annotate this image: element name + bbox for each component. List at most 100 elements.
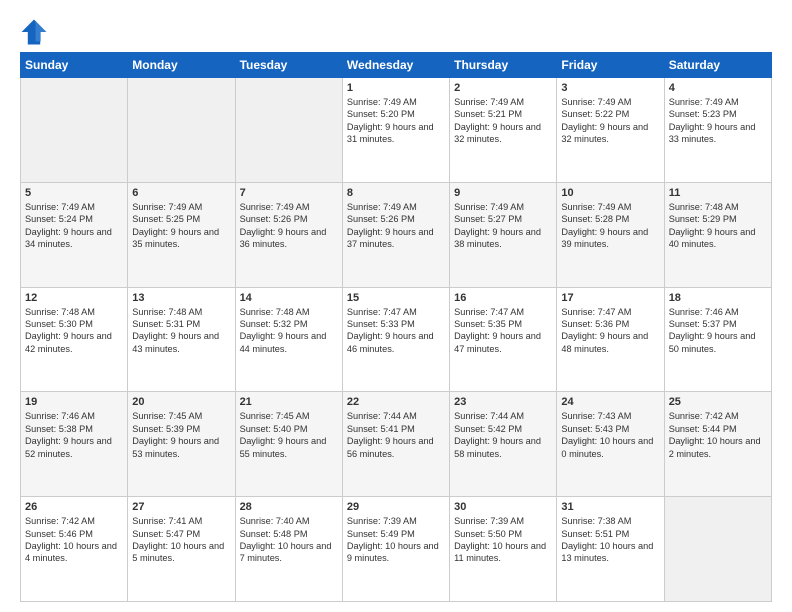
calendar-cell: 22 Sunrise: 7:44 AM Sunset: 5:41 PM Dayli… bbox=[342, 392, 449, 497]
calendar-cell bbox=[664, 497, 771, 602]
cell-content: Sunrise: 7:42 AM Sunset: 5:46 PM Dayligh… bbox=[25, 515, 123, 565]
day-number: 18 bbox=[669, 292, 767, 304]
col-thursday: Thursday bbox=[450, 53, 557, 78]
cell-content: Sunrise: 7:49 AM Sunset: 5:21 PM Dayligh… bbox=[454, 96, 552, 146]
calendar-cell: 23Sunrise: 7:44 AM Sunset: 5:42 PM Dayli… bbox=[450, 392, 557, 497]
day-number: 15 bbox=[347, 292, 445, 304]
calendar-cell: 6 Sunrise: 7:49 AM Sunset: 5:25 PM Daylig… bbox=[128, 182, 235, 287]
calendar-cell: 5 Sunrise: 7:49 AM Sunset: 5:24 PM Daylig… bbox=[21, 182, 128, 287]
cell-content: Sunrise: 7:46 AM Sunset: 5:38 PM Dayligh… bbox=[25, 410, 123, 460]
day-number: 6 bbox=[132, 187, 230, 199]
calendar-cell: 14 Sunrise: 7:48 AM Sunset: 5:32 PM Dayli… bbox=[235, 287, 342, 392]
day-number: 3 bbox=[561, 82, 659, 94]
calendar-cell: 11Sunrise: 7:48 AM Sunset: 5:29 PM Dayli… bbox=[664, 182, 771, 287]
cell-content: Sunrise: 7:41 AM Sunset: 5:47 PM Dayligh… bbox=[132, 515, 230, 565]
day-number: 27 bbox=[132, 501, 230, 513]
cell-content: Sunrise: 7:39 AM Sunset: 5:50 PM Dayligh… bbox=[454, 515, 552, 565]
calendar-week-3: 12 Sunrise: 7:48 AM Sunset: 5:30 PM Dayli… bbox=[21, 287, 772, 392]
calendar-cell: 30 Sunrise: 7:39 AM Sunset: 5:50 PM Dayli… bbox=[450, 497, 557, 602]
col-friday: Friday bbox=[557, 53, 664, 78]
cell-content: Sunrise: 7:44 AM Sunset: 5:41 PM Dayligh… bbox=[347, 410, 445, 460]
logo-icon bbox=[20, 18, 48, 46]
calendar-cell bbox=[21, 78, 128, 183]
calendar-table: Sunday Monday Tuesday Wednesday Thursday… bbox=[20, 52, 772, 602]
calendar-cell: 25 Sunrise: 7:42 AM Sunset: 5:44 PM Dayli… bbox=[664, 392, 771, 497]
day-number: 8 bbox=[347, 187, 445, 199]
cell-content: Sunrise: 7:49 AM Sunset: 5:27 PM Dayligh… bbox=[454, 201, 552, 251]
calendar-cell: 29Sunrise: 7:39 AM Sunset: 5:49 PM Dayli… bbox=[342, 497, 449, 602]
cell-content: Sunrise: 7:49 AM Sunset: 5:25 PM Dayligh… bbox=[132, 201, 230, 251]
cell-content: Sunrise: 7:48 AM Sunset: 5:30 PM Dayligh… bbox=[25, 306, 123, 356]
col-wednesday: Wednesday bbox=[342, 53, 449, 78]
calendar-cell: 8 Sunrise: 7:49 AM Sunset: 5:26 PM Daylig… bbox=[342, 182, 449, 287]
calendar-cell: 7 Sunrise: 7:49 AM Sunset: 5:26 PM Daylig… bbox=[235, 182, 342, 287]
calendar-cell: 16Sunrise: 7:47 AM Sunset: 5:35 PM Dayli… bbox=[450, 287, 557, 392]
day-number: 25 bbox=[669, 396, 767, 408]
day-number: 22 bbox=[347, 396, 445, 408]
cell-content: Sunrise: 7:42 AM Sunset: 5:44 PM Dayligh… bbox=[669, 410, 767, 460]
day-number: 30 bbox=[454, 501, 552, 513]
day-number: 5 bbox=[25, 187, 123, 199]
calendar-cell: 18 Sunrise: 7:46 AM Sunset: 5:37 PM Dayli… bbox=[664, 287, 771, 392]
cell-content: Sunrise: 7:49 AM Sunset: 5:28 PM Dayligh… bbox=[561, 201, 659, 251]
day-number: 20 bbox=[132, 396, 230, 408]
logo bbox=[20, 18, 52, 46]
col-sunday: Sunday bbox=[21, 53, 128, 78]
day-number: 2 bbox=[454, 82, 552, 94]
cell-content: Sunrise: 7:45 AM Sunset: 5:40 PM Dayligh… bbox=[240, 410, 338, 460]
day-number: 21 bbox=[240, 396, 338, 408]
cell-content: Sunrise: 7:47 AM Sunset: 5:36 PM Dayligh… bbox=[561, 306, 659, 356]
day-number: 9 bbox=[454, 187, 552, 199]
cell-content: Sunrise: 7:48 AM Sunset: 5:32 PM Dayligh… bbox=[240, 306, 338, 356]
cell-content: Sunrise: 7:39 AM Sunset: 5:49 PM Dayligh… bbox=[347, 515, 445, 565]
calendar-cell: 26 Sunrise: 7:42 AM Sunset: 5:46 PM Dayli… bbox=[21, 497, 128, 602]
calendar-cell bbox=[128, 78, 235, 183]
col-monday: Monday bbox=[128, 53, 235, 78]
calendar-cell bbox=[235, 78, 342, 183]
cell-content: Sunrise: 7:46 AM Sunset: 5:37 PM Dayligh… bbox=[669, 306, 767, 356]
cell-content: Sunrise: 7:45 AM Sunset: 5:39 PM Dayligh… bbox=[132, 410, 230, 460]
calendar-cell: 19Sunrise: 7:46 AM Sunset: 5:38 PM Dayli… bbox=[21, 392, 128, 497]
cell-content: Sunrise: 7:40 AM Sunset: 5:48 PM Dayligh… bbox=[240, 515, 338, 565]
day-number: 13 bbox=[132, 292, 230, 304]
header bbox=[20, 18, 772, 46]
cell-content: Sunrise: 7:43 AM Sunset: 5:43 PM Dayligh… bbox=[561, 410, 659, 460]
day-number: 26 bbox=[25, 501, 123, 513]
cell-content: Sunrise: 7:49 AM Sunset: 5:26 PM Dayligh… bbox=[347, 201, 445, 251]
calendar-cell: 20 Sunrise: 7:45 AM Sunset: 5:39 PM Dayli… bbox=[128, 392, 235, 497]
day-number: 31 bbox=[561, 501, 659, 513]
cell-content: Sunrise: 7:49 AM Sunset: 5:26 PM Dayligh… bbox=[240, 201, 338, 251]
cell-content: Sunrise: 7:49 AM Sunset: 5:22 PM Dayligh… bbox=[561, 96, 659, 146]
calendar-cell: 31Sunrise: 7:38 AM Sunset: 5:51 PM Dayli… bbox=[557, 497, 664, 602]
calendar-header-row: Sunday Monday Tuesday Wednesday Thursday… bbox=[21, 53, 772, 78]
calendar-cell: 10Sunrise: 7:49 AM Sunset: 5:28 PM Dayli… bbox=[557, 182, 664, 287]
cell-content: Sunrise: 7:49 AM Sunset: 5:20 PM Dayligh… bbox=[347, 96, 445, 146]
cell-content: Sunrise: 7:49 AM Sunset: 5:23 PM Dayligh… bbox=[669, 96, 767, 146]
calendar-cell: 4 Sunrise: 7:49 AM Sunset: 5:23 PM Daylig… bbox=[664, 78, 771, 183]
calendar-cell: 1Sunrise: 7:49 AM Sunset: 5:20 PM Daylig… bbox=[342, 78, 449, 183]
calendar-cell: 15Sunrise: 7:47 AM Sunset: 5:33 PM Dayli… bbox=[342, 287, 449, 392]
day-number: 7 bbox=[240, 187, 338, 199]
calendar-cell: 21 Sunrise: 7:45 AM Sunset: 5:40 PM Dayli… bbox=[235, 392, 342, 497]
cell-content: Sunrise: 7:48 AM Sunset: 5:31 PM Dayligh… bbox=[132, 306, 230, 356]
calendar-week-1: 1Sunrise: 7:49 AM Sunset: 5:20 PM Daylig… bbox=[21, 78, 772, 183]
day-number: 14 bbox=[240, 292, 338, 304]
day-number: 23 bbox=[454, 396, 552, 408]
day-number: 12 bbox=[25, 292, 123, 304]
calendar-week-4: 19Sunrise: 7:46 AM Sunset: 5:38 PM Dayli… bbox=[21, 392, 772, 497]
day-number: 4 bbox=[669, 82, 767, 94]
calendar-week-5: 26 Sunrise: 7:42 AM Sunset: 5:46 PM Dayli… bbox=[21, 497, 772, 602]
calendar-cell: 3 Sunrise: 7:49 AM Sunset: 5:22 PM Daylig… bbox=[557, 78, 664, 183]
day-number: 24 bbox=[561, 396, 659, 408]
calendar-cell: 2 Sunrise: 7:49 AM Sunset: 5:21 PM Daylig… bbox=[450, 78, 557, 183]
day-number: 17 bbox=[561, 292, 659, 304]
cell-content: Sunrise: 7:49 AM Sunset: 5:24 PM Dayligh… bbox=[25, 201, 123, 251]
calendar-cell: 24 Sunrise: 7:43 AM Sunset: 5:43 PM Dayli… bbox=[557, 392, 664, 497]
day-number: 28 bbox=[240, 501, 338, 513]
day-number: 11 bbox=[669, 187, 767, 199]
col-saturday: Saturday bbox=[664, 53, 771, 78]
calendar-cell: 13 Sunrise: 7:48 AM Sunset: 5:31 PM Dayli… bbox=[128, 287, 235, 392]
page: Sunday Monday Tuesday Wednesday Thursday… bbox=[0, 0, 792, 612]
day-number: 16 bbox=[454, 292, 552, 304]
calendar-week-2: 5 Sunrise: 7:49 AM Sunset: 5:24 PM Daylig… bbox=[21, 182, 772, 287]
